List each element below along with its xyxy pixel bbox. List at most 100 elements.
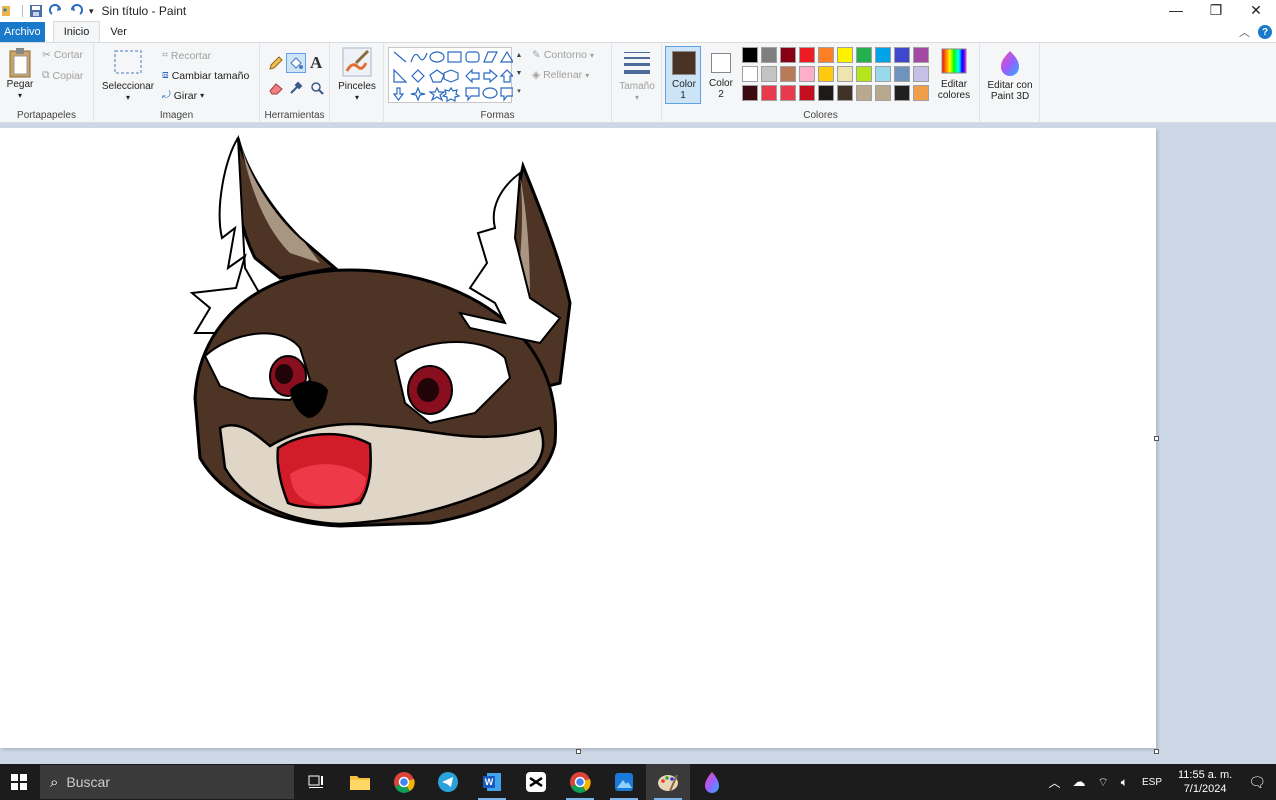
cut-button[interactable]: ✂ Cortar — [42, 49, 83, 61]
palette-swatch[interactable] — [761, 85, 777, 101]
restore-button[interactable]: ❐ — [1196, 0, 1236, 20]
magnifier-icon[interactable] — [310, 81, 324, 95]
show-hidden-icons-icon[interactable]: ︿ — [1042, 774, 1066, 791]
edit-colors-button[interactable]: Editar colores — [934, 47, 974, 101]
drawing-canvas[interactable] — [0, 128, 1159, 754]
photos-button[interactable] — [602, 764, 646, 800]
windows-icon — [11, 774, 27, 790]
edit-paint3d-button[interactable]: Editar con Paint 3D — [982, 49, 1038, 102]
resize-handle-corner[interactable] — [1154, 749, 1159, 754]
close-button[interactable]: ✕ — [1236, 0, 1276, 20]
palette-swatch[interactable] — [894, 85, 910, 101]
folder-icon — [350, 776, 370, 790]
task-view-button[interactable] — [294, 764, 338, 800]
redo-icon[interactable] — [49, 4, 63, 18]
collapse-ribbon-icon[interactable]: ︿ — [1239, 24, 1250, 40]
select-button[interactable]: Seleccionar ▾ — [100, 49, 156, 103]
clipboard-icon — [9, 48, 31, 78]
select-label: Seleccionar — [101, 81, 155, 92]
palette-swatch[interactable] — [913, 66, 929, 82]
volume-icon[interactable]: 🔈︎ — [1115, 775, 1134, 790]
crop-button[interactable]: ⌗ Recortar — [162, 49, 211, 62]
palette-swatch[interactable] — [894, 47, 910, 63]
fill-button[interactable]: ◈ Rellenar ▾ — [532, 69, 589, 81]
brushes-button[interactable]: Pinceles ▾ — [336, 47, 378, 103]
palette-swatch[interactable] — [913, 85, 929, 101]
palette-swatch[interactable] — [799, 47, 815, 63]
color2-button[interactable]: Color 2 — [703, 46, 739, 104]
resize-button[interactable]: ⧈ Cambiar tamaño — [162, 69, 249, 82]
copy-label: Copiar — [52, 69, 84, 82]
palette-swatch[interactable] — [742, 47, 758, 63]
palette-swatch[interactable] — [837, 66, 853, 82]
palette-swatch[interactable] — [742, 66, 758, 82]
paint-app-icon — [2, 6, 10, 16]
telegram-button[interactable] — [426, 764, 470, 800]
clipboard-group: Pegar ▾ ✂ Cortar ⧉ Copiar Portapapeles — [0, 43, 94, 123]
rotate-button[interactable]: ⤾ Girar ▾ — [162, 89, 204, 102]
shapes-scroll[interactable]: ▲ ▼ ▾ — [514, 47, 524, 103]
copy-button[interactable]: ⧉ Copiar — [42, 69, 83, 82]
search-box[interactable]: ⌕ Buscar — [40, 765, 294, 799]
palette-swatch[interactable] — [818, 47, 834, 63]
paint3d-taskbar-button[interactable] — [690, 764, 734, 800]
save-icon[interactable] — [29, 4, 43, 18]
palette-swatch[interactable] — [837, 47, 853, 63]
notifications-icon[interactable]: 🗨︎ — [1240, 774, 1276, 791]
word-button[interactable]: W — [470, 764, 514, 800]
shapes-gallery[interactable] — [388, 47, 515, 103]
color1-button[interactable]: Color 1 — [665, 46, 701, 104]
palette-swatch[interactable] — [875, 85, 891, 101]
resize-handle-right[interactable] — [1154, 436, 1159, 441]
pencil-icon[interactable] — [268, 55, 284, 71]
tab-view[interactable]: Ver — [100, 22, 137, 42]
rotate-icon: ⤾ — [162, 89, 171, 101]
capcut-button[interactable] — [514, 764, 558, 800]
palette-swatch[interactable] — [856, 66, 872, 82]
outline-button[interactable]: ✎ Contorno ▾ — [532, 49, 594, 61]
start-button[interactable] — [0, 764, 38, 800]
paint-button[interactable] — [646, 764, 690, 800]
color-picker-icon[interactable] — [289, 81, 303, 95]
language-indicator[interactable]: ESP — [1134, 777, 1170, 788]
palette-swatch[interactable] — [780, 66, 796, 82]
palette-swatch[interactable] — [913, 47, 929, 63]
palette-swatch[interactable] — [875, 66, 891, 82]
onedrive-icon[interactable]: ☁ — [1067, 774, 1092, 790]
palette-swatch[interactable] — [856, 85, 872, 101]
shapes-group: ▲ ▼ ▾ ✎ Contorno ▾ ◈ Rellenar ▾ Formas — [384, 43, 612, 123]
palette-swatch[interactable] — [742, 85, 758, 101]
customize-quick-access-icon[interactable]: ▾ — [89, 6, 94, 17]
palette-swatch[interactable] — [837, 85, 853, 101]
size-button[interactable]: Tamaño ▾ — [616, 49, 658, 103]
palette-swatch[interactable] — [799, 85, 815, 101]
wifi-icon[interactable]: ⌔ — [1092, 775, 1115, 790]
palette-swatch[interactable] — [856, 47, 872, 63]
line-size-icon — [624, 52, 650, 74]
palette-swatch[interactable] — [894, 66, 910, 82]
palette-swatch[interactable] — [799, 66, 815, 82]
palette-swatch[interactable] — [818, 85, 834, 101]
palette-swatch[interactable] — [875, 47, 891, 63]
chrome-icon — [394, 772, 415, 793]
help-icon[interactable]: ? — [1258, 25, 1272, 39]
palette-swatch[interactable] — [818, 66, 834, 82]
undo-icon[interactable] — [69, 4, 83, 18]
palette-swatch[interactable] — [761, 47, 777, 63]
tab-file[interactable]: Archivo — [0, 22, 45, 42]
palette-swatch[interactable] — [780, 47, 796, 63]
color2-swatch — [711, 53, 731, 73]
tab-home[interactable]: Inicio — [52, 21, 101, 42]
minimize-button[interactable]: — — [1156, 0, 1196, 20]
file-explorer-button[interactable] — [338, 764, 382, 800]
resize-handle-bottom[interactable] — [576, 749, 581, 754]
capcut-icon — [526, 772, 546, 792]
eraser-icon[interactable] — [268, 81, 284, 95]
paste-button[interactable]: Pegar ▾ — [4, 47, 36, 101]
clock[interactable]: 11:55 a. m. 7/1/2024 — [1170, 768, 1240, 796]
text-tool-icon[interactable]: A — [310, 53, 322, 73]
palette-swatch[interactable] — [780, 85, 796, 101]
palette-swatch[interactable] — [761, 66, 777, 82]
chrome-running-button[interactable] — [558, 764, 602, 800]
chrome-button[interactable] — [382, 764, 426, 800]
